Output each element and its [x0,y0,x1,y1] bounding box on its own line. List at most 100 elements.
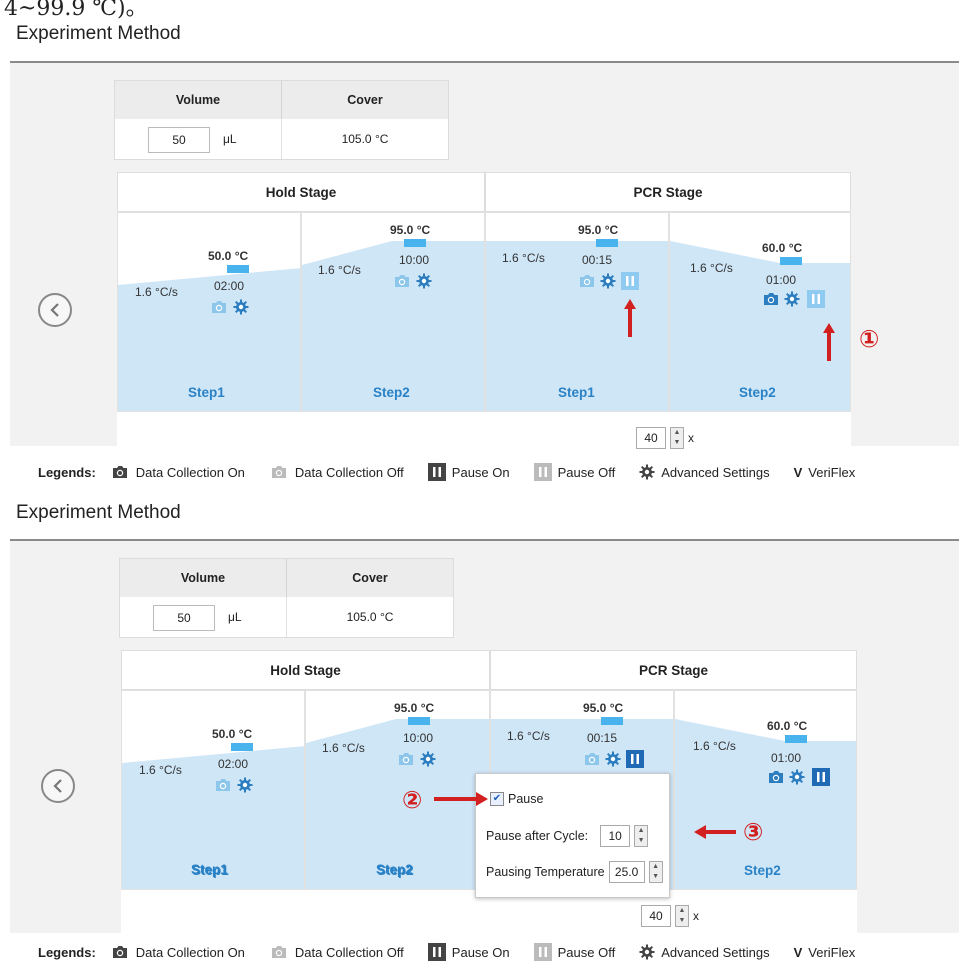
cycle-unit: x [693,909,699,923]
step-card-hold-step2[interactable]: 95.0 °C 10:00 1.6 °C/s Step2 [301,212,485,412]
ramp-rate[interactable]: 1.6 °C/s [507,729,550,743]
step-temperature[interactable]: 60.0 °C [762,241,802,255]
pause-after-cycle-stepper[interactable]: ▲ ▼ [634,825,649,847]
pause-after-cycle-input[interactable]: 10 [600,825,631,847]
step-temperature[interactable]: 50.0 °C [208,249,248,263]
legend-label: Pause On [451,944,510,960]
ramp-rate[interactable]: 1.6 °C/s [135,285,178,299]
step-time[interactable]: 10:00 [399,253,429,267]
camera-off-icon[interactable] [583,751,601,767]
step-temperature[interactable]: 50.0 °C [212,727,252,741]
pause-on-icon[interactable] [626,750,644,768]
step-temperature[interactable]: 95.0 °C [583,701,623,715]
camera-on-icon[interactable] [762,291,780,307]
camera-off-icon[interactable] [578,273,596,289]
step-time[interactable]: 00:15 [582,253,612,267]
volume-input[interactable]: 50 [153,605,215,631]
camera-off-icon[interactable] [210,299,228,315]
step-card-pcr-step2[interactable]: 60.0 °C 01:00 1.6 °C/s Step2 [674,690,857,890]
gear-icon [639,464,655,480]
temperature-bar [780,257,802,265]
red-arrow-right-icon [434,792,488,806]
volume-cover-table: Volume Cover 50 μL 105.0 °C [114,80,449,160]
camera-off-icon[interactable] [393,273,411,289]
veriflex-glyph: V [793,464,803,480]
legend-item: Data Collection On [110,944,245,960]
legend-item: Pause Off [533,463,615,481]
pause-label: Pause [508,792,544,806]
temperature-bar [227,265,249,273]
pause-off-icon[interactable] [621,272,639,290]
annotation-marker: ② [402,786,423,814]
legend-bar: Legends: Data Collection On Data Collect… [10,940,959,964]
pause-on-icon [427,463,446,481]
volume-unit: μL [223,132,237,146]
ramp-rate[interactable]: 1.6 °C/s [318,263,361,277]
legend-item: V VeriFlex [794,465,856,480]
step-card-hold-step2[interactable]: 95.0 °C 10:00 1.6 °C/s Step2 [305,690,490,890]
step-time[interactable]: 02:00 [214,279,244,293]
pausing-temperature-stepper[interactable]: ▲ ▼ [648,861,663,883]
pause-checkbox[interactable]: ✔ [490,792,504,806]
step-label: Step1 [191,862,228,877]
pausing-temperature-input[interactable]: 25.0 [608,861,645,883]
step-label: Step2 [744,863,781,878]
gear-icon[interactable] [420,751,436,767]
step-temperature[interactable]: 95.0 °C [394,701,434,715]
legend-title: Legends: [38,464,96,480]
red-arrow-up-icon [823,323,835,361]
step-time[interactable]: 00:15 [587,731,617,745]
gear-icon[interactable] [237,777,253,793]
stage-header-pcr[interactable]: PCR Stage [490,650,857,690]
step-time[interactable]: 02:00 [218,757,248,771]
camera-off-icon[interactable] [214,777,232,793]
step-card-pcr-step1[interactable]: 95.0 °C 00:15 1.6 °C/s Step1 [485,212,669,412]
pause-on-icon [427,943,446,961]
prev-stage-button[interactable] [41,769,75,803]
step-time[interactable]: 01:00 [766,273,796,287]
gear-icon[interactable] [600,273,616,289]
step-time[interactable]: 01:00 [771,751,801,765]
pause-off-icon [533,463,552,481]
annotation-marker: ③ [743,818,764,846]
cycle-count-stepper[interactable]: ▲ ▼ [670,427,684,449]
pause-checkbox-row[interactable]: ✔ Pause [490,792,543,806]
pause-off-icon[interactable] [807,290,825,308]
cycle-count-stepper[interactable]: ▲ ▼ [675,905,689,927]
step-card-hold-step1[interactable]: 50.0 °C 02:00 1.6 °C/s Step1 [117,212,301,412]
cover-header: Cover [282,81,448,119]
step-temperature[interactable]: 95.0 °C [578,223,618,237]
step-time[interactable]: 10:00 [403,731,433,745]
volume-header: Volume [115,81,282,119]
step-label: Step2 [739,385,776,400]
stage-header-hold[interactable]: Hold Stage [121,650,490,690]
stage-header-pcr[interactable]: PCR Stage [485,172,851,212]
gear-icon[interactable] [416,273,432,289]
stage-header-hold[interactable]: Hold Stage [117,172,485,212]
step-temperature[interactable]: 60.0 °C [767,719,807,733]
legend-item: Pause Off [533,943,615,961]
ramp-rate[interactable]: 1.6 °C/s [690,261,733,275]
camera-on-icon[interactable] [767,769,785,785]
ramp-rate[interactable]: 1.6 °C/s [693,739,736,753]
cycle-count-input[interactable]: 40 [636,427,666,449]
ramp-rate[interactable]: 1.6 °C/s [139,763,182,777]
legend-label: VeriFlex [808,944,856,960]
step-card-hold-step1[interactable]: 50.0 °C 02:00 1.6 °C/s Step1 [121,690,305,890]
volume-input[interactable]: 50 [148,127,210,153]
cycle-count-input[interactable]: 40 [641,905,671,927]
temperature-bar [596,239,618,247]
pause-off-icon [533,943,552,961]
ramp-rate[interactable]: 1.6 °C/s [322,741,365,755]
ramp-rate[interactable]: 1.6 °C/s [502,251,545,265]
gear-icon[interactable] [789,769,805,785]
legend-label: Data Collection On [135,944,245,960]
step-temperature[interactable]: 95.0 °C [390,223,430,237]
gear-icon[interactable] [784,291,800,307]
pause-on-icon[interactable] [812,768,830,786]
step-card-pcr-step2[interactable]: 60.0 °C 01:00 1.6 °C/s Step2 [669,212,851,412]
prev-stage-button[interactable] [38,293,72,327]
gear-icon[interactable] [605,751,621,767]
gear-icon[interactable] [233,299,249,315]
camera-off-icon[interactable] [397,751,415,767]
